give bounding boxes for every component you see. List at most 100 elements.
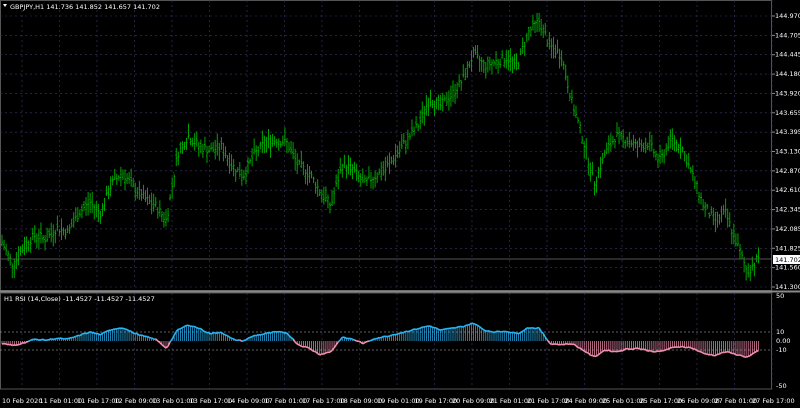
rsi-line-segment — [481, 327, 485, 331]
rsi-line-segment — [370, 338, 374, 342]
rsi-line-segment — [305, 345, 308, 349]
time-axis-label: 25 Feb 01:00 — [602, 397, 645, 405]
rsi-line-segment — [411, 328, 415, 331]
rsi-line-segment — [179, 326, 183, 330]
rsi-line-segment — [196, 326, 200, 330]
rsi-line-segment — [225, 334, 228, 337]
current-price-label: 141.702 — [775, 256, 800, 264]
rsi-line-segment — [647, 349, 651, 353]
rsi-line-segment — [24, 341, 27, 344]
rsi-line-segment — [61, 337, 64, 340]
time-axis-label: 19 Feb 01:00 — [377, 397, 420, 405]
rsi-line-segment — [602, 349, 606, 353]
time-axis-label: 27 Feb 17:00 — [752, 397, 795, 405]
rsi-line-segment — [126, 328, 130, 332]
rsi-line-segment — [557, 343, 560, 346]
rsi-line-segment — [50, 337, 54, 341]
rsi-line-segment — [690, 347, 694, 350]
rsi-line-segment — [706, 353, 710, 356]
rsi-line-segment — [532, 327, 536, 330]
rsi-line-segment — [663, 348, 667, 352]
rsi-line-segment — [518, 331, 522, 335]
rsi-line-segment — [75, 334, 79, 338]
rsi-line-segment — [633, 347, 636, 350]
rsi-line-segment — [298, 344, 302, 347]
rsi-line-segment — [729, 351, 733, 355]
price-scale-label: 144.970 — [775, 12, 800, 20]
rsi-line-segment — [409, 329, 413, 332]
rsi-line-segment — [247, 336, 251, 340]
rsi-line-segment — [354, 339, 357, 342]
time-axis-label: 13 Feb 17:00 — [190, 397, 233, 405]
rsi-line-segment — [565, 342, 569, 346]
rsi-line-segment — [493, 330, 497, 334]
rsi-line-segment — [264, 332, 267, 335]
rsi-line-segment — [204, 330, 208, 334]
rsi-line-segment — [116, 327, 120, 330]
rsi-line-segment — [487, 329, 491, 333]
rsi-line-segment — [243, 339, 247, 342]
rsi-line-segment — [270, 331, 273, 334]
time-axis-label: 14 Feb 09:00 — [227, 397, 270, 405]
rsi-line-segment — [389, 334, 392, 337]
time-axis-label: 21 Feb 17:00 — [527, 397, 570, 405]
rsi-line-segment — [323, 352, 327, 355]
rsi-line-segment — [415, 328, 419, 331]
rsi-line-segment — [260, 333, 263, 336]
rsi-line-segment — [659, 350, 663, 353]
rsi-line-segment — [249, 335, 253, 339]
rsi-line-segment — [93, 332, 97, 335]
rsi-scale-label: 50 — [776, 292, 784, 300]
price-scale-label: 143.655 — [775, 109, 800, 117]
price-scale-label: 142.610 — [775, 186, 800, 194]
rsi-line-segment — [655, 350, 659, 353]
main-price-panel[interactable]: GBPJPY,H1 141.736 141.852 141.657 141.70… — [0, 0, 800, 291]
rsi-line-segment — [311, 349, 315, 352]
time-axis-label: 17 Feb 01:00 — [265, 397, 308, 405]
rsi-line-segment — [290, 336, 294, 340]
rsi-line-segment — [627, 347, 630, 350]
rsi-line-segment — [413, 328, 417, 331]
time-axis-label: 27 Feb 01:00 — [715, 397, 758, 405]
symbol-header: GBPJPY,H1 141.736 141.852 141.657 141.70… — [10, 3, 160, 11]
rsi-line-segment — [419, 326, 423, 329]
rsi-line-segment — [725, 350, 728, 353]
rsi-line-segment — [710, 353, 714, 357]
rsi-line-segment — [424, 325, 427, 328]
rsi-line-segment — [30, 338, 34, 342]
price-scale-label: 143.395 — [775, 128, 800, 136]
rsi-line-segment — [434, 326, 437, 329]
rsi-line-segment — [233, 338, 237, 341]
rsi-line-segment — [368, 339, 372, 342]
rsi-line-segment — [497, 330, 501, 333]
price-scale-label: 141.300 — [775, 283, 800, 291]
rsi-line-segment — [592, 354, 595, 358]
rsi-line-segment — [397, 332, 401, 335]
rsi-line-segment — [231, 337, 234, 340]
rsi-line-segment — [22, 341, 25, 345]
rsi-line-segment — [727, 350, 730, 354]
rsi-line-segment — [352, 338, 355, 341]
rsi-line-segment — [688, 346, 692, 349]
rsi-line-segment — [307, 346, 310, 350]
rsi-line-segment — [417, 327, 421, 330]
rsi-line-segment — [376, 336, 380, 340]
rsi-line-segment — [282, 331, 286, 334]
price-scale-label: 141.560 — [775, 264, 800, 272]
rsi-line-segment — [745, 355, 749, 358]
rsi-line-segment — [89, 330, 93, 334]
current-price-tag: 141.702 — [773, 255, 800, 264]
rsi-line-segment — [563, 342, 567, 346]
rsi-line-segment — [753, 350, 757, 354]
rsi-line-segment — [680, 345, 683, 348]
rsi-line-segment — [5, 343, 9, 346]
rsi-line-segment — [343, 336, 347, 340]
rsi-indicator-panel[interactable]: H1 RSI (14,Close) -11.4527 -11.4527 -11.… — [0, 292, 790, 390]
price-scale-label: 141.825 — [775, 244, 800, 252]
rsi-line-segment — [364, 340, 368, 344]
rsi-scale-label: 10 — [776, 328, 784, 336]
price-scale-label: 144.445 — [775, 51, 800, 59]
rsi-line-segment — [73, 335, 77, 339]
time-axis-label: 21 Feb 01:00 — [490, 397, 533, 405]
chart-area[interactable]: GBPJPY,H1 141.736 141.852 141.657 141.70… — [0, 0, 800, 408]
